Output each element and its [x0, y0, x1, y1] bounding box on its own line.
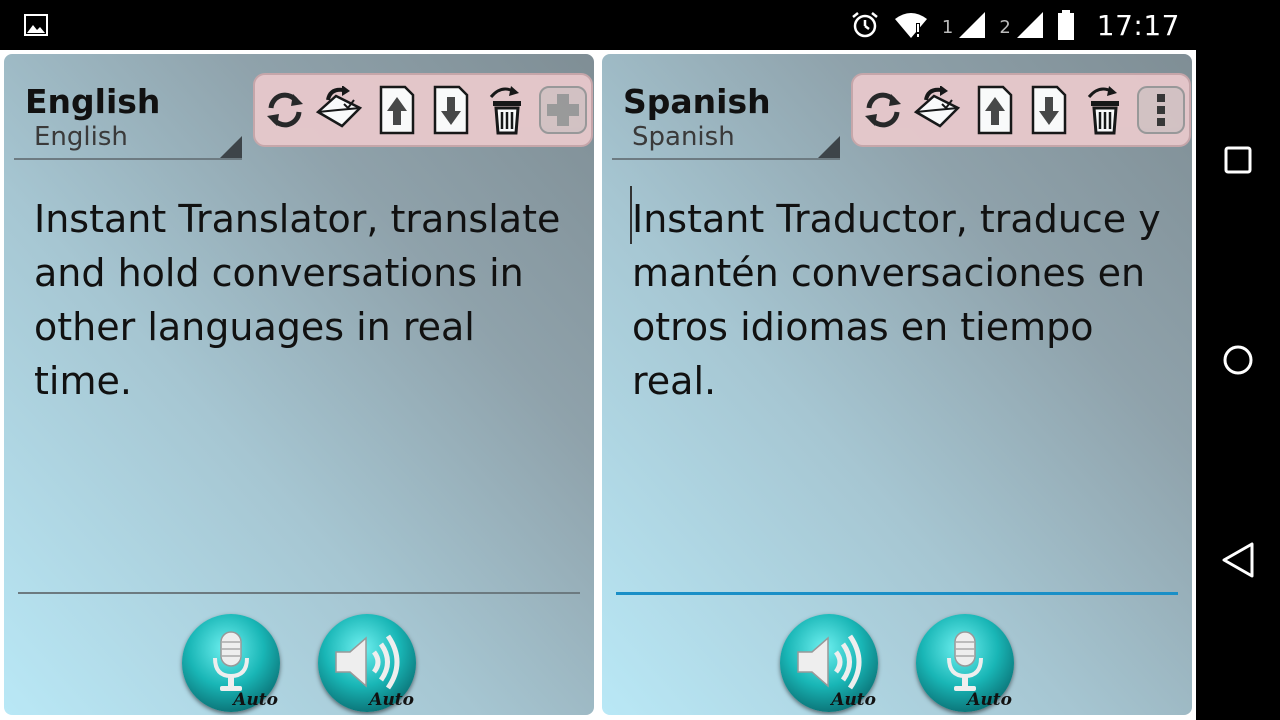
signal-sim1: 1 [941, 12, 986, 38]
share-icon [315, 86, 363, 128]
target-text[interactable]: Instant Traductor, traduce y mantén conv… [632, 192, 1172, 408]
target-language-subtitle: Spanish [632, 122, 735, 152]
source-language-subtitle: English [34, 122, 128, 152]
share-button[interactable] [911, 83, 963, 137]
recents-icon [1224, 146, 1252, 174]
download-icon [1031, 85, 1067, 135]
upload-icon [977, 85, 1013, 135]
target-language-title: Spanish [623, 82, 771, 121]
signal-icon [959, 12, 986, 38]
delete-button[interactable] [1079, 83, 1131, 137]
status-bar: 1 2 17:17 [0, 0, 1280, 50]
download-button[interactable] [425, 83, 477, 137]
upload-button[interactable] [371, 83, 423, 137]
signal-sim2: 2 [999, 12, 1043, 38]
trash-icon [1087, 86, 1119, 135]
source-text[interactable]: Instant Translator, translate and hold c… [34, 192, 574, 408]
speaker-button[interactable]: Auto [780, 614, 878, 712]
refresh-button[interactable] [259, 83, 311, 137]
clock: 17:17 [1096, 8, 1180, 42]
more-icon [1137, 86, 1185, 134]
upload-button[interactable] [969, 83, 1021, 137]
speaker-button[interactable]: Auto [318, 614, 416, 712]
speaker-auto-label: Auto [369, 690, 414, 710]
navigation-bar [1196, 50, 1280, 720]
more-options-button[interactable] [1135, 83, 1187, 137]
download-button[interactable] [1023, 83, 1075, 137]
share-icon [913, 86, 961, 128]
target-text-underline [616, 592, 1178, 595]
speaker-auto-label: Auto [831, 690, 876, 710]
add-icon [539, 86, 587, 134]
microphone-button[interactable]: Auto [916, 614, 1014, 712]
dropdown-corner-icon [818, 136, 840, 158]
dropdown-corner-icon [220, 136, 242, 158]
source-panel: English English Instant Translator, tran… [4, 54, 594, 715]
gallery-icon [24, 14, 48, 36]
add-button[interactable] [537, 83, 589, 137]
target-toolbar [851, 73, 1191, 147]
microphone-button[interactable]: Auto [182, 614, 280, 712]
recents-button[interactable] [1214, 136, 1262, 184]
mic-auto-label: Auto [233, 690, 278, 710]
refresh-icon [267, 92, 303, 128]
home-icon [1223, 345, 1253, 375]
wifi-icon [894, 13, 927, 38]
target-panel: Spanish Spanish Instant Traductor, tradu… [602, 54, 1192, 715]
source-text-underline [18, 592, 580, 594]
alarm-icon [852, 12, 878, 38]
sim2-label: 2 [999, 17, 1011, 38]
upload-icon [379, 85, 415, 135]
app-content: English English Instant Translator, tran… [0, 50, 1196, 720]
home-button[interactable] [1214, 336, 1262, 384]
delete-button[interactable] [481, 83, 533, 137]
trash-icon [489, 86, 521, 135]
source-language-title: English [25, 82, 161, 121]
share-button[interactable] [313, 83, 365, 137]
refresh-button[interactable] [857, 83, 909, 137]
back-button[interactable] [1214, 536, 1262, 584]
source-toolbar [253, 73, 593, 147]
battery-icon [1057, 10, 1074, 40]
download-icon [433, 85, 469, 135]
back-icon [1222, 542, 1254, 578]
signal-icon [1016, 12, 1043, 38]
mic-auto-label: Auto [967, 690, 1012, 710]
source-language-selector[interactable]: English English [14, 78, 242, 160]
refresh-icon [865, 92, 901, 128]
sim1-label: 1 [941, 17, 954, 38]
target-language-selector[interactable]: Spanish Spanish [612, 78, 840, 160]
